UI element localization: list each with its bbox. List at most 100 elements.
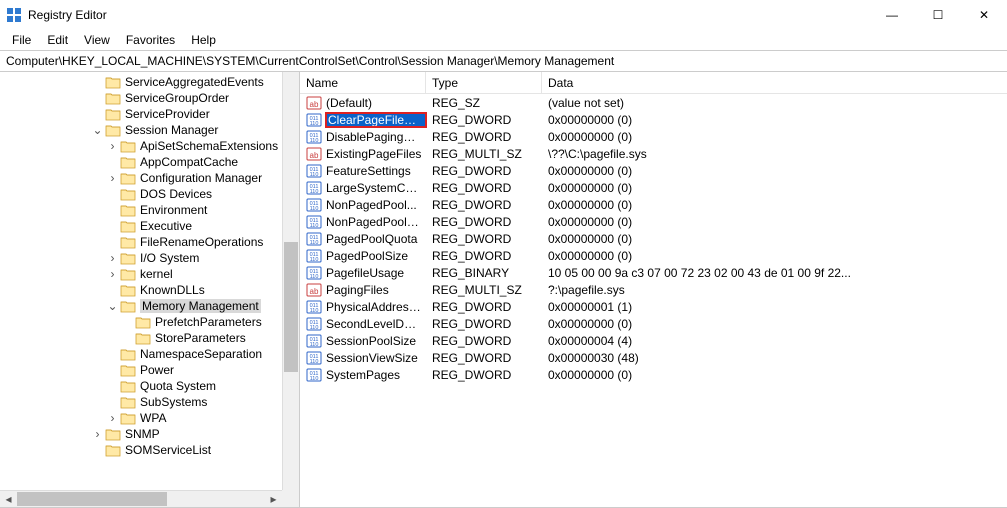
tree-item[interactable]: ⌄Memory Management [0,298,282,314]
tree-item[interactable]: ServiceProvider [0,106,282,122]
tree-item[interactable]: Executive [0,218,282,234]
tree-item[interactable]: SubSystems [0,394,282,410]
folder-icon [120,283,136,297]
tree-item[interactable]: SOMServiceList [0,442,282,458]
chevron-right-icon[interactable]: › [105,250,120,266]
list-row[interactable]: 011110NonPagedPool...REG_DWORD0x00000000… [300,196,1007,213]
folder-icon [120,187,136,201]
tree-item[interactable]: ›ApiSetSchemaExtensions [0,138,282,154]
svg-text:ab: ab [310,151,319,160]
value-type: REG_DWORD [426,164,542,178]
binary-value-icon: 011110 [306,248,322,264]
menu-item-help[interactable]: Help [183,31,224,49]
folder-icon [120,203,136,217]
tree-item[interactable]: ›Configuration Manager [0,170,282,186]
minimize-button[interactable]: — [869,0,915,30]
value-name: SessionViewSize [326,351,426,365]
chevron-right-icon[interactable]: › [105,410,120,426]
value-data: 0x00000001 (1) [542,300,1007,314]
tree-item[interactable]: AppCompatCache [0,154,282,170]
value-name: LargeSystemCac... [326,181,426,195]
chevron-down-icon[interactable]: ⌄ [105,298,120,314]
chevron-right-icon[interactable]: › [105,138,120,154]
tree-item[interactable]: DOS Devices [0,186,282,202]
address-input[interactable] [6,54,1001,68]
svg-text:110: 110 [310,376,319,382]
list-row[interactable]: 011110LargeSystemCac...REG_DWORD0x000000… [300,179,1007,196]
tree-item-label: NamespaceSeparation [140,347,262,361]
tree-item[interactable]: ServiceAggregatedEvents [0,74,282,90]
list-row[interactable]: 011110PhysicalAddress...REG_DWORD0x00000… [300,298,1007,315]
value-name: PhysicalAddress... [326,300,426,314]
folder-icon [120,267,136,281]
list-row[interactable]: abExistingPageFilesREG_MULTI_SZ\??\C:\pa… [300,145,1007,162]
menu-item-view[interactable]: View [76,31,118,49]
folder-icon [120,411,136,425]
list-row[interactable]: 011110SecondLevelDat...REG_DWORD0x000000… [300,315,1007,332]
tree-vertical-scrollbar[interactable] [282,72,299,490]
svg-text:110: 110 [310,189,319,195]
tree-item[interactable]: ›kernel [0,266,282,282]
tree-item[interactable]: ⌄Session Manager [0,122,282,138]
value-name: DisablePagingEx... [326,130,426,144]
scrollbar-thumb[interactable] [17,492,167,506]
svg-text:110: 110 [310,206,319,212]
tree-item[interactable]: PrefetchParameters [0,314,282,330]
tree-item[interactable]: ›I/O System [0,250,282,266]
list-row[interactable]: 011110DisablePagingEx...REG_DWORD0x00000… [300,128,1007,145]
tree-item[interactable]: StoreParameters [0,330,282,346]
value-type: REG_DWORD [426,181,542,195]
list-row[interactable]: 011110NonPagedPoolS...REG_DWORD0x0000000… [300,213,1007,230]
close-button[interactable]: ✕ [961,0,1007,30]
chevron-down-icon[interactable]: ⌄ [90,122,105,138]
tree-item-label: FileRenameOperations [140,235,263,249]
folder-icon [105,91,121,105]
tree-item[interactable]: NamespaceSeparation [0,346,282,362]
tree-item[interactable]: Quota System [0,378,282,394]
list-row[interactable]: 011110PagedPoolSizeREG_DWORD0x00000000 (… [300,247,1007,264]
tree-item[interactable]: ›WPA [0,410,282,426]
column-header-data[interactable]: Data [542,72,1007,93]
binary-value-icon: 011110 [306,265,322,281]
tree-item[interactable]: Environment [0,202,282,218]
list-row[interactable]: 011110PagefileUsageREG_BINARY10 05 00 00… [300,264,1007,281]
scrollbar-thumb[interactable] [284,242,298,372]
binary-value-icon: 011110 [306,197,322,213]
chevron-right-icon[interactable]: › [105,266,120,282]
tree-horizontal-scrollbar[interactable]: ◂ ▸ [0,490,282,507]
list-row[interactable]: 011110SessionPoolSizeREG_DWORD0x00000004… [300,332,1007,349]
list-row[interactable]: 011110SessionViewSizeREG_DWORD0x00000030… [300,349,1007,366]
svg-text:110: 110 [310,138,319,144]
menu-item-file[interactable]: File [4,31,39,49]
title-bar: Registry Editor — ☐ ✕ [0,0,1007,30]
list-row[interactable]: 011110ClearPageFileAt...REG_DWORD0x00000… [300,111,1007,128]
folder-icon [105,107,121,121]
chevron-right-icon[interactable]: › [90,426,105,442]
svg-text:110: 110 [310,308,319,314]
svg-text:110: 110 [310,342,319,348]
tree-item-label: KnownDLLs [140,283,205,297]
maximize-button[interactable]: ☐ [915,0,961,30]
value-data: ?:\pagefile.sys [542,283,1007,297]
tree-item-label: ServiceGroupOrder [125,91,229,105]
list-row[interactable]: 011110PagedPoolQuotaREG_DWORD0x00000000 … [300,230,1007,247]
tree-item[interactable]: ServiceGroupOrder [0,90,282,106]
list-row[interactable]: ab(Default)REG_SZ(value not set) [300,94,1007,111]
tree-item[interactable]: FileRenameOperations [0,234,282,250]
list-row[interactable]: abPagingFilesREG_MULTI_SZ?:\pagefile.sys [300,281,1007,298]
menu-item-edit[interactable]: Edit [39,31,76,49]
scroll-right-icon[interactable]: ▸ [265,492,282,506]
column-header-name[interactable]: Name [300,72,426,93]
tree-item[interactable]: KnownDLLs [0,282,282,298]
tree-item[interactable]: Power [0,362,282,378]
value-type: REG_DWORD [426,300,542,314]
folder-icon [120,347,136,361]
column-header-type[interactable]: Type [426,72,542,93]
chevron-right-icon[interactable]: › [105,170,120,186]
binary-value-icon: 011110 [306,316,322,332]
scroll-left-icon[interactable]: ◂ [0,492,17,506]
list-row[interactable]: 011110SystemPagesREG_DWORD0x00000000 (0) [300,366,1007,383]
menu-item-favorites[interactable]: Favorites [118,31,183,49]
tree-item[interactable]: ›SNMP [0,426,282,442]
list-row[interactable]: 011110FeatureSettingsREG_DWORD0x00000000… [300,162,1007,179]
